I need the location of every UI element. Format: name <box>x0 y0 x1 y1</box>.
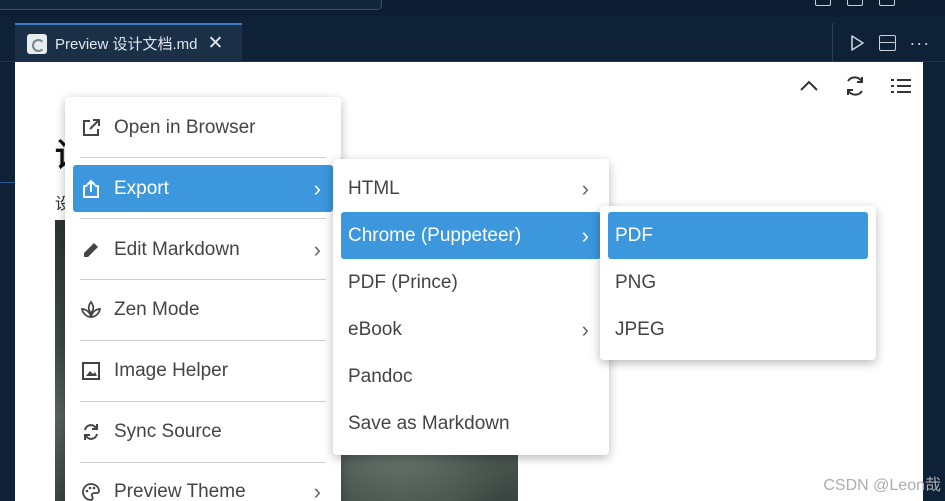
menu-item-save-as-markdown[interactable]: Save as Markdown <box>341 400 601 447</box>
menu-item-label: Zen Mode <box>114 298 200 320</box>
spa-icon <box>80 299 102 321</box>
menu-item-label: Export <box>114 177 169 199</box>
menu-item-zen-mode[interactable]: Zen Mode <box>73 286 333 333</box>
menu-item-pdf-prince[interactable]: PDF (Prince) <box>341 259 601 306</box>
export-icon <box>80 178 102 200</box>
layout-icon[interactable] <box>911 0 927 6</box>
tab-label: Preview 设计文档.md <box>55 36 198 53</box>
menu-item-ebook[interactable]: eBook › <box>341 306 601 353</box>
menu-item-open-in-browser[interactable]: Open in Browser <box>73 104 333 151</box>
menu-item-label: Open in Browser <box>114 116 256 138</box>
menu-item-label: Chrome (Puppeteer) <box>348 224 522 246</box>
title-bar <box>0 0 945 17</box>
menu-item-jpeg[interactable]: JPEG <box>608 306 868 353</box>
menu-item-pdf[interactable]: PDF <box>608 212 868 259</box>
chevron-right-icon: › <box>313 478 321 501</box>
menu-item-label: Image Helper <box>114 359 229 381</box>
chrome-submenu: PDF PNG JPEG <box>600 206 876 360</box>
gutter-divider <box>0 182 15 183</box>
menu-item-label: Save as Markdown <box>348 412 510 434</box>
chevron-right-icon: › <box>313 236 321 262</box>
tab-preview[interactable]: Preview 设计文档.md ✕ <box>15 23 242 62</box>
menu-item-label: Sync Source <box>114 420 222 442</box>
chevron-right-icon: › <box>313 175 321 201</box>
menu-divider <box>80 157 326 158</box>
list-icon[interactable] <box>889 74 913 98</box>
menu-item-label: JPEG <box>615 318 665 340</box>
menu-item-html[interactable]: HTML › <box>341 165 601 212</box>
menu-item-sync-source[interactable]: Sync Source <box>73 408 333 455</box>
chevron-right-icon: › <box>581 222 589 248</box>
menu-item-label: HTML <box>348 177 400 199</box>
right-gutter <box>923 62 945 501</box>
menu-item-label: eBook <box>348 318 402 340</box>
menu-divider <box>80 340 326 341</box>
chevron-right-icon: › <box>581 175 589 201</box>
menu-item-png[interactable]: PNG <box>608 259 868 306</box>
menu-item-chrome-puppeteer[interactable]: Chrome (Puppeteer) › <box>341 212 601 259</box>
layout-controls <box>815 0 927 6</box>
layout-icon[interactable] <box>879 0 895 6</box>
refresh-icon[interactable] <box>843 74 867 98</box>
menu-divider <box>80 401 326 402</box>
menu-item-label: PNG <box>615 271 657 293</box>
editor-actions: ··· <box>832 23 945 62</box>
menu-divider <box>80 462 326 463</box>
menu-item-preview-theme[interactable]: Preview Theme › <box>73 468 333 501</box>
layout-icon[interactable] <box>847 0 863 6</box>
split-editor-icon[interactable] <box>878 34 896 51</box>
menu-item-label: Pandoc <box>348 365 413 387</box>
menu-item-label: Preview Theme <box>114 480 246 501</box>
run-icon[interactable] <box>848 34 866 52</box>
preview-file-icon <box>27 33 47 54</box>
context-menu: Open in Browser Export › Edit Markdown ›… <box>65 97 341 501</box>
menu-divider <box>80 279 326 280</box>
more-actions-icon[interactable]: ··· <box>909 34 930 52</box>
watermark: CSDN @Leon哉 <box>823 477 941 494</box>
menu-item-export[interactable]: Export › <box>73 165 333 212</box>
menu-item-label: Edit Markdown <box>114 238 240 260</box>
command-center[interactable] <box>0 0 382 10</box>
chevron-right-icon: › <box>581 316 589 342</box>
menu-item-image-helper[interactable]: Image Helper <box>73 347 333 394</box>
layout-icon[interactable] <box>815 0 831 6</box>
menu-item-label: PDF <box>615 224 653 246</box>
menu-item-pandoc[interactable]: Pandoc <box>341 353 601 400</box>
tab-bar: Preview 设计文档.md ✕ ··· <box>0 17 945 62</box>
menu-item-edit-markdown[interactable]: Edit Markdown › <box>73 226 333 273</box>
pencil-icon <box>80 239 102 261</box>
export-submenu: HTML › Chrome (Puppeteer) › PDF (Prince)… <box>333 159 609 455</box>
menu-item-label: PDF (Prince) <box>348 271 458 293</box>
menu-divider <box>80 218 326 219</box>
close-icon[interactable]: ✕ <box>208 34 224 53</box>
image-icon <box>80 360 102 382</box>
preview-toolbar <box>797 74 913 98</box>
open-external-icon <box>80 117 102 139</box>
sync-icon <box>80 421 102 443</box>
palette-icon <box>80 481 102 501</box>
chevron-up-icon[interactable] <box>797 74 821 98</box>
left-gutter <box>0 62 15 501</box>
